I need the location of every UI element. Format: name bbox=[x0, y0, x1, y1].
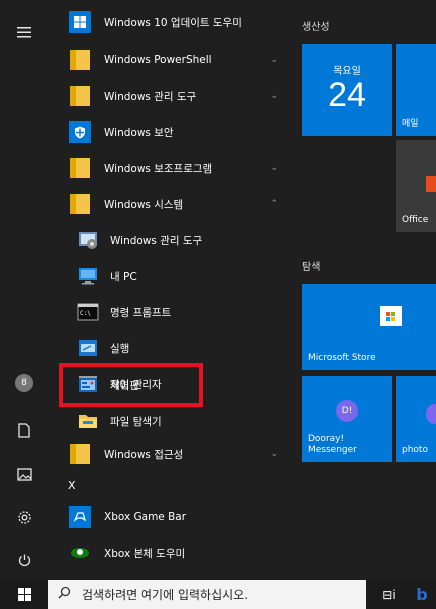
app-file-explorer[interactable]: 파일 탐색기 bbox=[48, 403, 290, 439]
calendar-tile[interactable]: 목요일 24 bbox=[302, 44, 392, 136]
search-placeholder: 검색하려면 여기에 입력하십시오. bbox=[82, 588, 249, 602]
mail-tile[interactable]: 메일 bbox=[396, 44, 436, 136]
folder-icon bbox=[68, 442, 92, 466]
store-icon bbox=[380, 306, 402, 326]
hamburger-icon[interactable] bbox=[0, 12, 48, 52]
dooray-label-line1: Dooray! bbox=[308, 434, 345, 444]
app-list-lower-items: 제어판 파일 탐색기 Windows 접근성 ⌄ X Xbox Game Bar… bbox=[48, 0, 290, 580]
mail-label: 메일 bbox=[402, 119, 419, 129]
user-avatar[interactable]: 8 bbox=[0, 363, 48, 403]
start-rail: 8 bbox=[0, 0, 48, 580]
task-view-button[interactable]: ⊟i bbox=[376, 580, 402, 609]
photo-tile[interactable]: photo bbox=[396, 376, 436, 462]
start-button[interactable] bbox=[0, 580, 48, 609]
taskbar: 검색하려면 여기에 입력하십시오. ⊟i b bbox=[0, 580, 436, 609]
chevron-down-icon: ⌄ bbox=[270, 449, 278, 459]
app-xbox-console-companion[interactable]: Xbox 본체 도우미 bbox=[48, 535, 290, 571]
office-label: Office bbox=[402, 215, 429, 225]
windows-logo-icon bbox=[17, 588, 31, 601]
dooray-messenger-tile[interactable]: D! Dooray! Messenger bbox=[302, 376, 392, 462]
search-icon bbox=[58, 586, 71, 603]
pinned-app-button[interactable]: b bbox=[408, 580, 436, 609]
group-explore[interactable]: 탐색 bbox=[302, 258, 320, 273]
calendar-day: 목요일 bbox=[333, 66, 361, 77]
app-label: Xbox Game Bar bbox=[104, 511, 187, 523]
letter-header-x[interactable]: X bbox=[68, 473, 98, 497]
file-explorer-icon bbox=[76, 409, 100, 433]
taskbar-search-box[interactable]: 검색하려면 여기에 입력하십시오. bbox=[48, 580, 366, 609]
app-control-panel[interactable]: 제어판 bbox=[48, 367, 290, 403]
group-productivity[interactable]: 생산성 bbox=[302, 18, 330, 33]
photo-icon bbox=[426, 404, 436, 424]
dooray-icon: D! bbox=[336, 400, 358, 422]
microsoft-store-tile[interactable]: Microsoft Store bbox=[302, 284, 436, 370]
tiles-panel: 생산성 목요일 24 메일 Office 탐색 Microsoft Store … bbox=[290, 0, 436, 580]
xbox-companion-icon bbox=[68, 541, 92, 565]
pictures-icon[interactable] bbox=[0, 454, 48, 494]
avatar-icon: 8 bbox=[15, 374, 33, 392]
app-label: 파일 탐색기 bbox=[110, 415, 162, 428]
power-icon[interactable] bbox=[0, 540, 48, 580]
document-icon[interactable] bbox=[0, 410, 48, 450]
photo-label: photo bbox=[402, 445, 428, 455]
app-windows-accessibility[interactable]: Windows 접근성 ⌄ bbox=[48, 436, 290, 472]
office-tile[interactable]: Office bbox=[396, 140, 436, 232]
xbox-game-bar-icon bbox=[68, 505, 92, 529]
office-icon bbox=[426, 176, 436, 192]
settings-icon[interactable] bbox=[0, 497, 48, 537]
app-xbox-game-bar[interactable]: Xbox Game Bar bbox=[48, 499, 290, 535]
app-label: Windows 접근성 bbox=[104, 448, 184, 461]
app-label: Xbox 본체 도우미 bbox=[104, 547, 186, 560]
calendar-date: 24 bbox=[328, 76, 366, 114]
control-panel-icon bbox=[76, 373, 100, 397]
app-label: 제어판 bbox=[110, 379, 139, 392]
store-label: Microsoft Store bbox=[308, 353, 376, 363]
dooray-label-line2: Messenger bbox=[308, 445, 357, 455]
